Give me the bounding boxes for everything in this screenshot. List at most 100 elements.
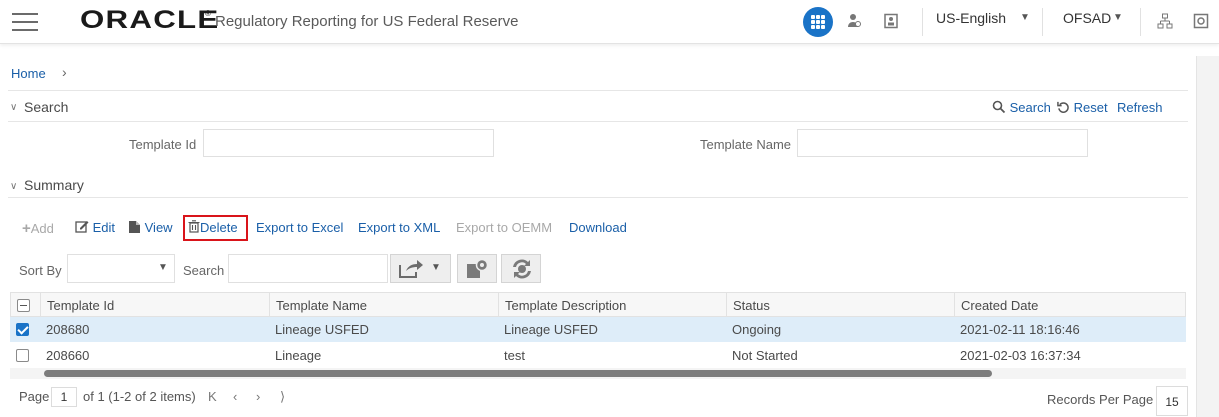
- sort-by-label: Sort By: [19, 263, 62, 278]
- app-header: ORACLE ® Regulatory Reporting for US Fed…: [0, 0, 1219, 44]
- search-button[interactable]: Search: [992, 100, 1051, 115]
- breadcrumb-home[interactable]: Home: [11, 66, 46, 81]
- refresh-settings-button[interactable]: [501, 254, 541, 283]
- hamburger-menu-icon[interactable]: [12, 13, 38, 31]
- grid-header-row: Template Id Template Name Template Descr…: [10, 292, 1186, 318]
- language-select[interactable]: US-English: [936, 10, 1006, 26]
- grid-search-input[interactable]: [228, 254, 388, 283]
- prev-page-icon[interactable]: ‹: [233, 389, 237, 404]
- add-button[interactable]: +Add: [22, 220, 54, 237]
- chevron-down-icon[interactable]: ▼: [1020, 12, 1030, 23]
- records-per-page-label: Records Per Page: [1047, 392, 1154, 407]
- column-header-status[interactable]: Status: [733, 298, 770, 313]
- reset-button-label: Reset: [1073, 100, 1108, 115]
- user-admin-icon[interactable]: [846, 13, 862, 29]
- grid-settings-icon: [467, 258, 489, 278]
- cell-template-name: Lineage USFED: [275, 322, 369, 337]
- export-oemm-button[interactable]: Export to OEMM: [456, 220, 552, 235]
- header-separator: [1042, 8, 1043, 36]
- template-name-label: Template Name: [700, 137, 792, 152]
- reset-button[interactable]: Reset: [1057, 100, 1108, 115]
- column-header-template-name[interactable]: Template Name: [276, 298, 367, 313]
- page-scrollbar[interactable]: [1196, 56, 1219, 417]
- chevron-down-icon[interactable]: ▼: [1113, 12, 1123, 23]
- cell-created-date: 2021-02-03 16:37:34: [960, 348, 1081, 363]
- column-header-template-description[interactable]: Template Description: [505, 298, 626, 313]
- hierarchy-icon[interactable]: [1157, 13, 1173, 29]
- template-id-label: Template Id: [129, 137, 197, 152]
- template-name-input[interactable]: [797, 129, 1088, 157]
- column-divider: [726, 293, 727, 318]
- pager-page-label: Page: [19, 389, 50, 404]
- user-select[interactable]: OFSAD: [1063, 10, 1111, 26]
- column-divider: [269, 293, 270, 318]
- settings-grid-button[interactable]: [457, 254, 497, 283]
- row-checkbox[interactable]: [16, 349, 29, 362]
- grid-horizontal-scrollbar[interactable]: [44, 370, 992, 377]
- reset-icon: [1057, 101, 1069, 113]
- last-page-icon[interactable]: ⟩: [280, 389, 285, 405]
- sync-gear-icon: [513, 259, 531, 279]
- table-row[interactable]: 208680 Lineage USFED Lineage USFED Ongoi…: [10, 317, 1186, 342]
- export-menu-button[interactable]: ▼: [390, 254, 451, 283]
- pager-summary: of 1 (1-2 of 2 items): [83, 389, 196, 404]
- divider: [8, 90, 1188, 91]
- refresh-button[interactable]: Refresh: [1117, 100, 1163, 115]
- cell-status: Ongoing: [732, 322, 782, 337]
- edit-button[interactable]: Edit: [75, 220, 115, 235]
- sort-by-select[interactable]: ▼: [67, 254, 175, 283]
- cell-template-description: Lineage USFED: [504, 322, 598, 337]
- header-separator: [922, 8, 923, 36]
- export-xml-button[interactable]: Export to XML: [358, 220, 440, 235]
- apps-grid-icon[interactable]: [803, 7, 833, 37]
- view-document-icon: [129, 221, 140, 233]
- column-header-created-date[interactable]: Created Date: [961, 298, 1038, 313]
- edit-button-label: Edit: [92, 220, 116, 235]
- cell-template-id: 208680: [46, 322, 90, 337]
- cell-template-name: Lineage: [275, 348, 322, 363]
- column-header-template-id[interactable]: Template Id: [47, 298, 114, 313]
- delete-highlight-box: [183, 215, 248, 241]
- cell-template-description: test: [504, 348, 525, 363]
- view-button-label: View: [144, 220, 173, 235]
- cell-created-date: 2021-02-11 18:16:46: [960, 322, 1080, 337]
- column-divider: [498, 293, 499, 318]
- column-divider: [954, 293, 955, 318]
- edit-icon: [75, 221, 89, 233]
- plus-icon: +: [22, 220, 31, 237]
- select-all-checkbox[interactable]: [17, 299, 30, 312]
- search-icon: [992, 100, 1006, 114]
- first-page-icon[interactable]: K: [208, 389, 217, 404]
- search-button-label: Search: [1009, 100, 1051, 115]
- records-per-page-input[interactable]: 15: [1156, 386, 1188, 416]
- search-section-title[interactable]: Search: [24, 99, 68, 115]
- chevron-down-icon: ▼: [158, 262, 168, 273]
- next-page-icon[interactable]: ›: [256, 389, 260, 404]
- pager-page-input[interactable]: 1: [51, 387, 77, 407]
- view-button[interactable]: View: [128, 220, 173, 235]
- summary-section-title[interactable]: Summary: [24, 177, 84, 193]
- template-id-input[interactable]: [203, 129, 494, 157]
- grid-search-label: Search: [183, 263, 225, 278]
- chevron-down-icon: ▼: [431, 262, 441, 273]
- cell-template-id: 208660: [46, 348, 90, 363]
- oracle-logo: ORACLE: [80, 6, 220, 34]
- chevron-down-icon[interactable]: ∨: [10, 102, 17, 113]
- chevron-down-icon[interactable]: ∨: [10, 181, 17, 192]
- app-title: Regulatory Reporting for US Federal Rese…: [215, 13, 519, 30]
- logo-registered-mark: ®: [205, 9, 211, 18]
- table-row[interactable]: 208660 Lineage test Not Started 2021-02-…: [10, 343, 1186, 368]
- breadcrumb-chevron-icon: ›: [62, 64, 67, 80]
- row-checkbox[interactable]: [16, 323, 29, 336]
- header-separator: [1140, 8, 1141, 36]
- profile-card-icon[interactable]: [883, 13, 899, 29]
- column-divider: [40, 293, 41, 318]
- help-icon[interactable]: [1193, 13, 1209, 29]
- cell-status: Not Started: [732, 348, 798, 363]
- divider: [8, 121, 1188, 122]
- download-button[interactable]: Download: [569, 220, 627, 235]
- divider: [8, 197, 1188, 198]
- export-excel-button[interactable]: Export to Excel: [256, 220, 343, 235]
- add-button-label: Add: [30, 221, 54, 236]
- share-export-icon: [399, 260, 423, 278]
